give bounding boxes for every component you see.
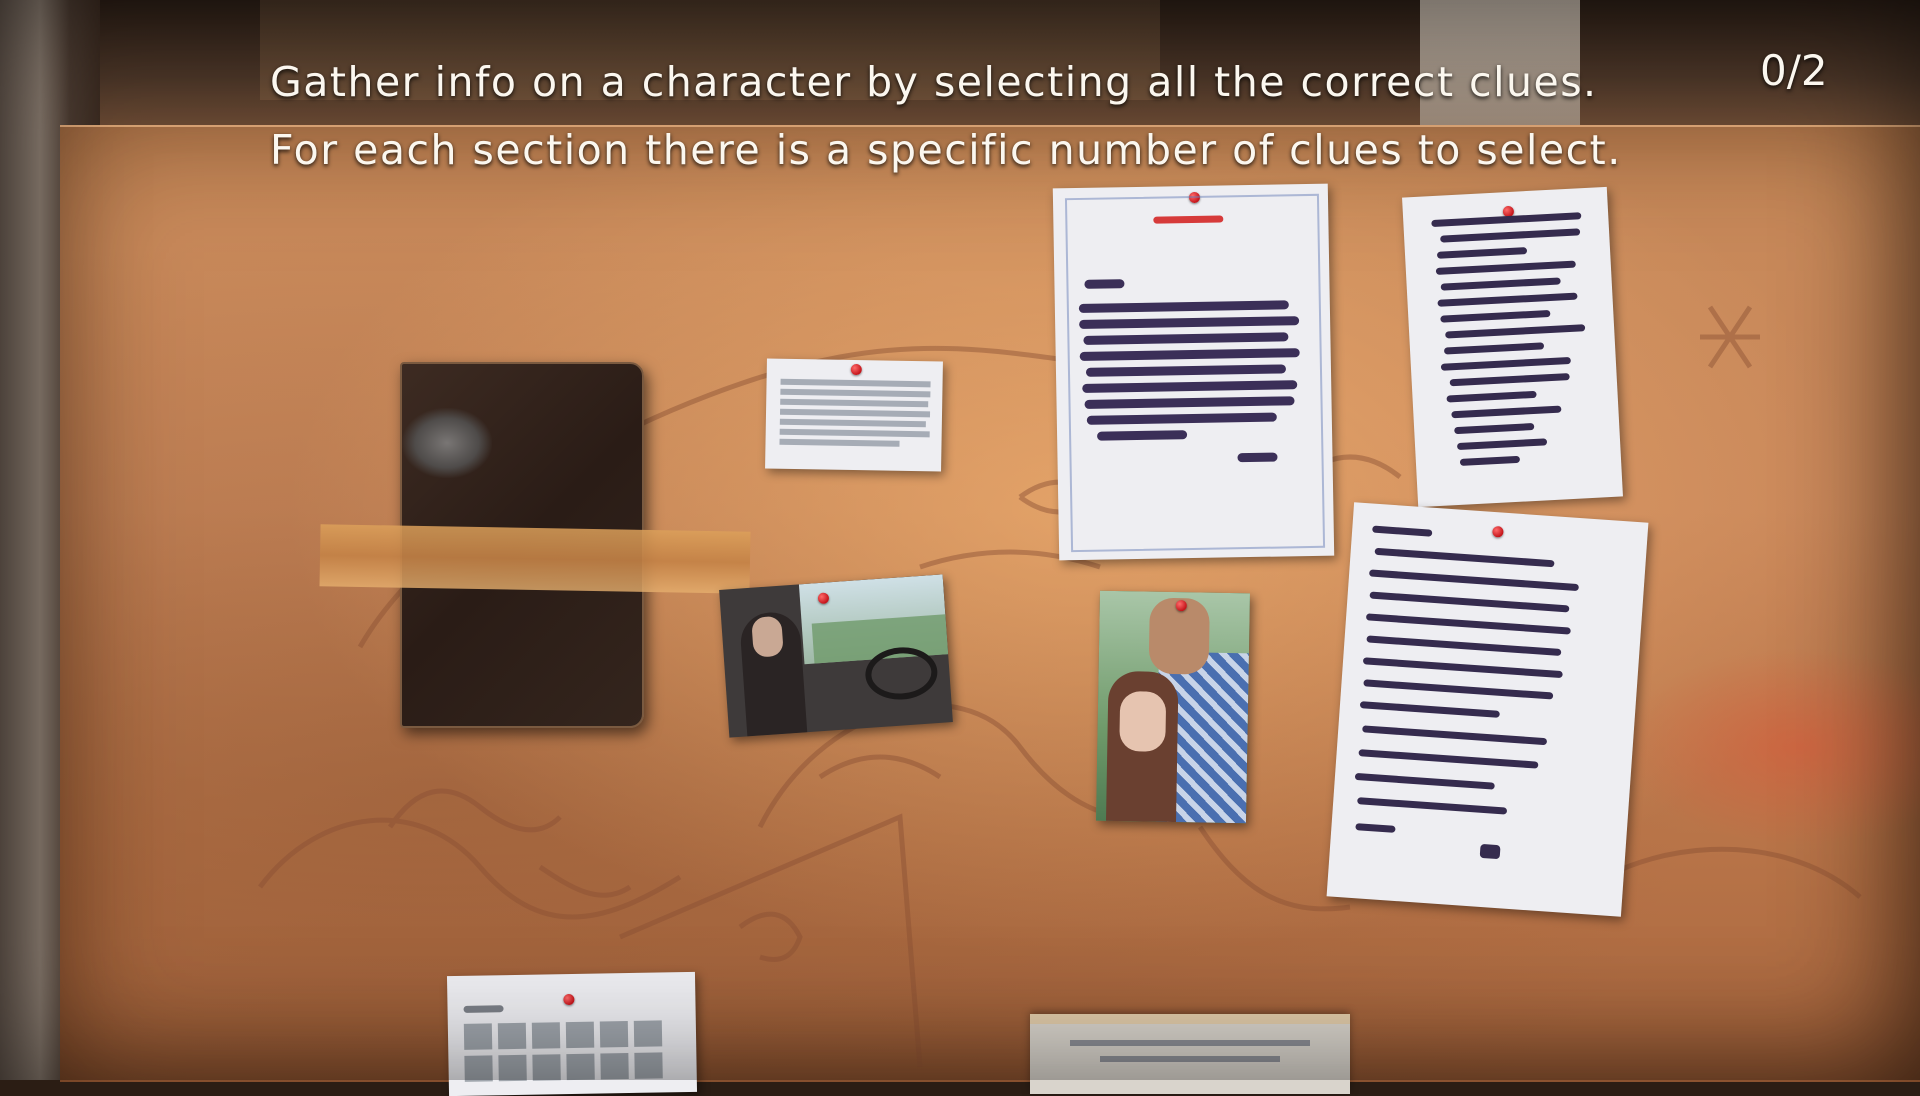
red-paint-smear xyxy=(1620,647,1920,847)
couple-photo-clue[interactable] xyxy=(1096,590,1250,824)
instruction-line-1: Gather info on a character by selecting … xyxy=(270,58,1598,106)
small-note-clue[interactable] xyxy=(765,358,943,472)
clue-counter: 0/2 xyxy=(1760,46,1828,95)
red-pin-icon xyxy=(1492,525,1504,538)
redacted-letter-clue[interactable] xyxy=(1402,186,1623,508)
instruction-line-2: For each section there is a specific num… xyxy=(270,126,1622,174)
redacted-document-clue[interactable] xyxy=(1052,183,1335,561)
owl-sticker-icon xyxy=(402,408,492,478)
red-pin-icon xyxy=(563,993,575,1006)
instruction-text: Gather info on a character by selecting … xyxy=(270,48,1622,184)
calendar-page-clue[interactable] xyxy=(446,971,698,1096)
bottom-document-clue[interactable] xyxy=(1030,1014,1350,1094)
red-pin-icon xyxy=(850,363,862,376)
car-photo-clue[interactable] xyxy=(719,574,953,738)
handwritten-list-clue[interactable] xyxy=(1326,502,1649,917)
tape-strip xyxy=(319,524,751,594)
